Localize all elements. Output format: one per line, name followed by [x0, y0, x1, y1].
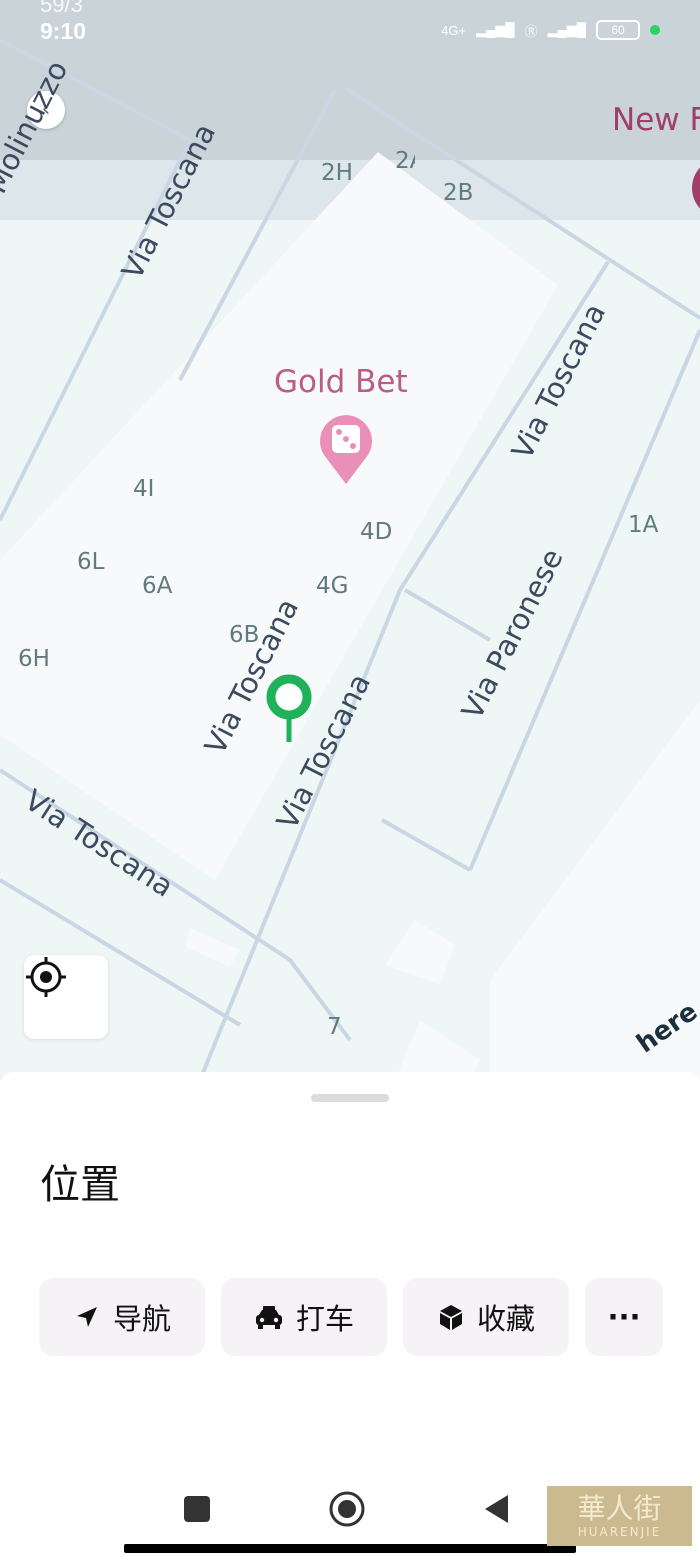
signal-icon: ▂▄▆█: [476, 22, 515, 37]
unit-label: 6A: [142, 573, 173, 599]
more-button[interactable]: ···: [585, 1278, 663, 1356]
unit-label: 4G: [316, 573, 349, 599]
drag-handle[interactable]: [311, 1094, 389, 1102]
battery-icon: 60: [596, 20, 640, 40]
navigate-label: 导航: [112, 1302, 171, 1336]
status-top-text: 59/3: [40, 0, 83, 17]
unit-label: 6B: [229, 622, 260, 648]
taxi-label: 打车: [295, 1302, 354, 1336]
navigate-button[interactable]: 导航: [39, 1278, 205, 1356]
watermark-text: 華人街: [577, 1491, 662, 1525]
back-nav-button: [485, 1495, 508, 1523]
poi-label-partial[interactable]: New F: [612, 102, 700, 138]
watermark-sub: HUARENJIE: [577, 1524, 662, 1539]
cube-icon: [439, 1305, 462, 1330]
navigation-arrow-icon: [76, 1307, 97, 1327]
sheet-title: 位置: [40, 1162, 120, 1208]
unit-label: 1A: [628, 512, 659, 538]
unit-label: 4D: [360, 519, 393, 545]
unit-label: 6L: [77, 549, 105, 575]
watermark-logo: 華人街 HUARENJIE: [547, 1486, 692, 1546]
taxi-button[interactable]: 打车: [221, 1278, 387, 1356]
favorite-label: 收藏: [476, 1302, 535, 1336]
map-view[interactable]: 59/3 9:10 4G+ ▂▄▆█ Ⓡ ▂▄▆█ 60 ‹ Via del M…: [0, 0, 700, 1080]
system-nav-bar: 華人街 HUARENJIE: [0, 1470, 700, 1555]
status-bar: 59/3 9:10 4G+ ▂▄▆█ Ⓡ ▂▄▆█ 60: [0, 0, 700, 48]
unit-label: 2A: [395, 148, 415, 174]
unit-label: 6H: [18, 646, 50, 672]
network-indicator: 4G+: [441, 22, 467, 38]
my-location-button[interactable]: [24, 955, 108, 1039]
gesture-bar: [124, 1544, 576, 1553]
poi-label[interactable]: Gold Bet: [274, 364, 408, 400]
recents-button: [184, 1496, 210, 1522]
signal-icon-2: ▂▄▆█: [547, 22, 586, 37]
roaming-icon: Ⓡ: [524, 23, 538, 39]
status-icons: 4G+ ▂▄▆█ Ⓡ ▂▄▆█ 60: [441, 20, 660, 40]
taxi-icon: [255, 1306, 282, 1329]
unit-label: 2B: [443, 180, 474, 206]
unit-label: 2H: [321, 160, 353, 186]
unit-label: 7: [327, 1014, 342, 1040]
more-icon: ···: [607, 1300, 641, 1334]
crosshair-icon: [26, 957, 66, 997]
favorite-button[interactable]: 收藏: [403, 1278, 569, 1356]
action-row: 导航 打车 收藏 ···: [39, 1278, 663, 1356]
privacy-dot-icon: [650, 25, 660, 35]
status-time: 9:10: [40, 18, 87, 44]
unit-label: 4I: [133, 476, 155, 502]
